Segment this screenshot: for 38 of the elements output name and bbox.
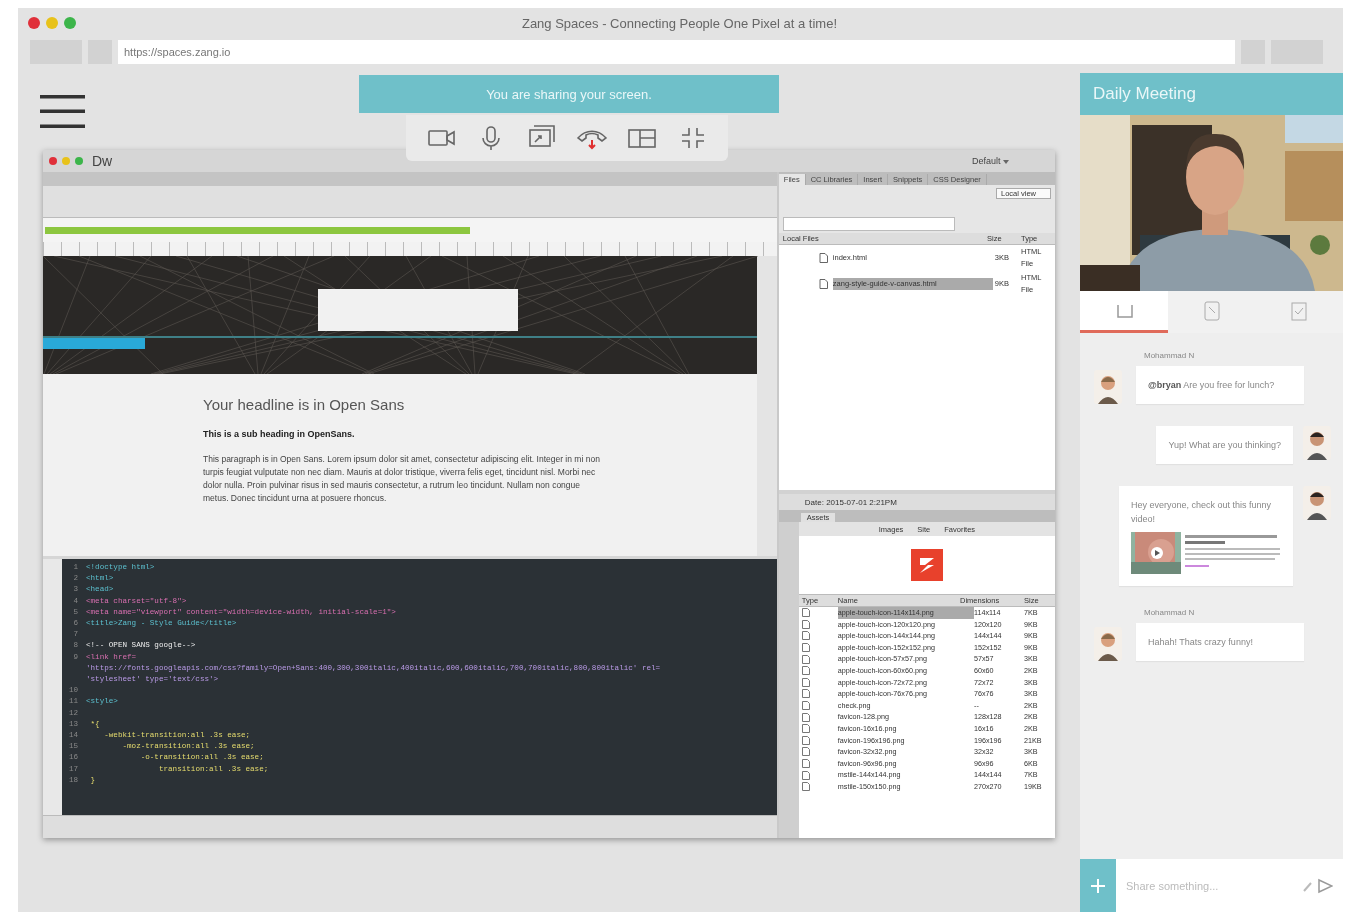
sharing-banner: You are sharing your screen. xyxy=(359,75,779,113)
message-text: Yup! What are you thinking? xyxy=(1168,439,1281,452)
caret-icon xyxy=(1003,160,1009,164)
minimize-button[interactable] xyxy=(46,17,58,29)
avatar xyxy=(1094,370,1122,404)
close-button[interactable] xyxy=(28,17,40,29)
plus-icon xyxy=(1090,877,1106,894)
page-paragraph: This paragraph is in Open Sans. Lorem ipsum dolor sit amet, consectetur adipiscing elit. Integer in mi non turpis feugiat vulputate non nec diam. Mauris at dolor tristique, viverra felis eget, tincidunt nisl. Morbi nec dolor nulla. Proin pulvinar risus in sed mauris consectetur, a rutrum leo tincidunt. Nullam non congue metus. Donec tincidunt urna at posuere rhoncus. xyxy=(203,453,601,505)
zoom-button[interactable] xyxy=(75,157,83,165)
logo-icon xyxy=(910,549,943,581)
page-headline: Your headline is in Open Sans xyxy=(203,396,406,413)
search-field[interactable] xyxy=(782,217,955,231)
message-text: @bryan Are you free for lunch? xyxy=(1148,379,1276,392)
close-button[interactable] xyxy=(49,157,57,165)
window-title: Zang Spaces - Connecting People One Pixel at a time! xyxy=(520,15,839,31)
address-field[interactable]: https://spaces.zang.io xyxy=(118,40,1235,64)
meeting-title: Daily Meeting xyxy=(1093,84,1196,104)
add-button[interactable] xyxy=(1080,859,1116,912)
log-date: Date: 2015-07-01 2:21PM xyxy=(804,497,897,507)
author-name: Mohammad N xyxy=(1144,351,1196,360)
send-icon[interactable] xyxy=(1317,877,1333,894)
avatar xyxy=(1303,426,1331,460)
avatar xyxy=(1094,627,1122,661)
page-subheading: This is a sub heading in OpenSans. xyxy=(203,429,356,439)
file-icon xyxy=(818,279,828,289)
message-text: Hey everyone, check out this funny video! xyxy=(1131,499,1273,526)
message-text: Hahah! Thats crazy funny! xyxy=(1148,636,1254,649)
message-field[interactable]: Share something... xyxy=(1116,859,1343,912)
app-logo: Dw xyxy=(92,153,113,169)
author-name: Mohammad N xyxy=(1144,608,1196,617)
file-icon xyxy=(818,253,828,263)
avatar xyxy=(1303,486,1331,520)
minimize-button[interactable] xyxy=(62,157,70,165)
zoom-button[interactable] xyxy=(64,17,76,29)
menu-icon[interactable] xyxy=(40,95,85,128)
workspace-switcher[interactable]: Default xyxy=(971,156,1009,166)
chat-tab[interactable] xyxy=(1080,291,1168,333)
video-preview-card[interactable] xyxy=(1131,532,1281,574)
